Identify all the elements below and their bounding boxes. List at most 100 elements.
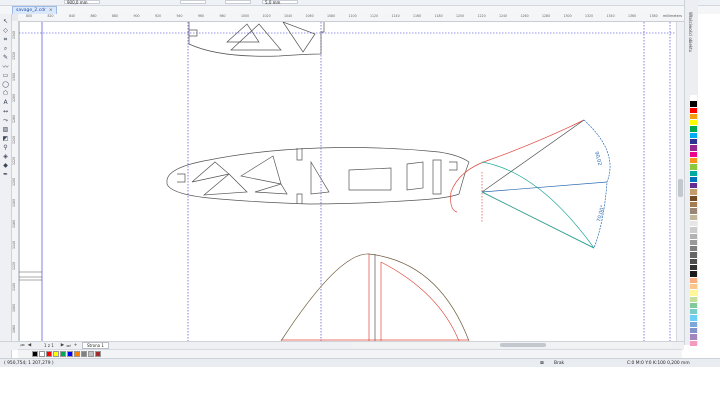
ruler-tick-label: 1260 (12, 114, 16, 123)
next-page-icon[interactable]: ▶ (60, 343, 65, 348)
horizontal-ruler[interactable]: millimeters 800 820 840 860 880 900 920 940 960 9… (18, 14, 684, 22)
ruler-tick-label: 1060 (305, 14, 314, 18)
color-palette (690, 95, 698, 347)
wing-part-bottom[interactable] (280, 253, 470, 341)
ruler-tick-label: 1280 (12, 93, 16, 102)
text-tool-icon[interactable]: A (2, 99, 9, 106)
document-palette-swatch[interactable] (81, 351, 87, 357)
fill-indicator-icon[interactable]: ⊠ (540, 361, 544, 366)
document-palette-swatch[interactable] (39, 351, 45, 357)
ruler-tick-label: 1040 (284, 14, 293, 18)
document-tab[interactable]: savage_2.cdr × (12, 6, 57, 14)
prev-page-icon[interactable]: ◀ (27, 343, 32, 348)
fill-status: Brak (554, 361, 565, 366)
ruler-tick-label: 1300 (563, 14, 572, 18)
ruler-tick-label: 1240 (499, 14, 508, 18)
angle-field[interactable] (180, 0, 206, 4)
vertical-scroll-thumb[interactable] (678, 179, 683, 197)
document-palette-swatch[interactable] (46, 351, 52, 357)
dimension-label-top[interactable]: 90,02 (593, 151, 603, 166)
last-page-icon[interactable]: ⏭ (66, 343, 71, 349)
ruler-tick-label: 1140 (12, 240, 16, 249)
cursor-coordinates: ( 950,754; 1 207,279 ) (4, 361, 54, 366)
document-palette-swatch[interactable] (88, 351, 94, 357)
close-icon[interactable]: × (49, 8, 53, 13)
ruler-tick-label: 920 (155, 14, 162, 18)
eyedropper-tool-icon[interactable]: ⚲ (2, 144, 9, 151)
ruler-tick-label: 1000 (241, 14, 250, 18)
ruler-tick-label: 860 (90, 14, 97, 18)
docker-tab-label[interactable]: Właściwości obiektu (688, 12, 693, 52)
ruler-units: millimeters (662, 14, 682, 18)
crop-tool-icon[interactable]: ⌗ (2, 36, 9, 43)
artistic-media-icon[interactable]: 〰 (2, 63, 9, 71)
ruler-tick-label: 820 (47, 14, 54, 18)
horizontal-scroll-thumb[interactable] (500, 343, 546, 347)
add-page-icon[interactable]: + (73, 343, 78, 348)
first-page-icon[interactable]: ⏮ (20, 343, 25, 349)
empty-area (0, 367, 720, 405)
ruler-tick-label: 1180 (12, 198, 16, 207)
connector-tool-icon[interactable]: ⤳ (2, 117, 9, 124)
ruler-tick-label: 1240 (12, 135, 16, 144)
ruler-tick-label: 800 (26, 14, 33, 18)
smart-fill-icon[interactable]: ◆ (2, 162, 9, 169)
toolbox: ↖ ◇ ⌗ ⌕ ✎ 〰 ▭ ◯ ⬠ A ↔ ⤳ ▨ ◩ ⚲ ◈ ◆ ✒ (0, 14, 12, 359)
ruler-tick-label: 1080 (327, 14, 336, 18)
ruler-tick-label: 1120 (12, 261, 16, 270)
ruler-tick-label: 1360 (628, 14, 637, 18)
document-palette-swatch[interactable] (60, 351, 66, 357)
rectangle-tool-icon[interactable]: ▭ (2, 72, 9, 79)
document-palette-swatch[interactable] (32, 351, 38, 357)
page-tab[interactable]: Strona 1 (82, 342, 109, 349)
ruler-tick-label: 900 (133, 14, 140, 18)
palette-swatch[interactable] (690, 340, 697, 347)
document-palette-swatch[interactable] (95, 351, 101, 357)
document-tab-label: savage_2.cdr (16, 8, 46, 13)
ruler-tick-label: 1120 (370, 14, 379, 18)
ruler-tick-label: 1020 (262, 14, 271, 18)
ruler-tick-label: 1100 (348, 14, 357, 18)
dimension-label-bottom[interactable]: 70,00° (596, 204, 606, 222)
ruler-tick-label: 1220 (477, 14, 486, 18)
drop-shadow-icon[interactable]: ▨ (2, 126, 9, 133)
ruler-tick-label: 960 (198, 14, 205, 18)
ruler-tick-label: 1320 (585, 14, 594, 18)
ruler-tick-label: 1380 (649, 14, 658, 18)
outline-pen-icon[interactable]: ✒ (2, 171, 9, 178)
ruler-tick-label: 840 (69, 14, 76, 18)
transparency-tool-icon[interactable]: ◩ (2, 135, 9, 142)
shape-tool-icon[interactable]: ◇ (2, 27, 9, 34)
horizontal-scrollbar[interactable] (352, 342, 672, 348)
angle-construction[interactable] (450, 119, 611, 249)
left-bracket-shape[interactable] (19, 22, 42, 341)
document-palette-swatch[interactable] (53, 351, 59, 357)
ruler-tick-label: 1260 (520, 14, 529, 18)
interactive-fill-icon[interactable]: ◈ (2, 153, 9, 160)
mirror-field[interactable] (225, 0, 251, 4)
freehand-tool-icon[interactable]: ✎ (2, 54, 9, 61)
drawing-canvas[interactable]: 90,02 70,00° (19, 22, 684, 341)
ellipse-tool-icon[interactable]: ◯ (2, 81, 9, 88)
zoom-tool-icon[interactable]: ⌕ (2, 45, 9, 52)
ruler-tick-label: 1080 (12, 303, 16, 312)
ruler-tick-label: 1140 (391, 14, 400, 18)
nudge-field[interactable]: 5,0 mm (262, 0, 298, 5)
rib-part-top[interactable] (188, 22, 325, 57)
fuselage-part-middle[interactable] (166, 147, 470, 205)
ruler-tick-label: 1280 (542, 14, 551, 18)
document-palette-swatch[interactable] (67, 351, 73, 357)
document-palette-swatch[interactable] (74, 351, 80, 357)
parallel-dimension-icon[interactable]: ↔ (2, 108, 9, 115)
document-tabbar (0, 6, 720, 14)
ruler-tick-label: 1200 (12, 177, 16, 186)
drawing-svg: 90,02 70,00° (19, 22, 684, 341)
ruler-tick-label: 1060 (12, 324, 16, 333)
vertical-ruler[interactable]: 1340 1320 1300 1280 1260 1240 1220 1200 1180 1160… (11, 21, 19, 341)
pick-tool-icon[interactable]: ↖ (2, 18, 9, 25)
polygon-tool-icon[interactable]: ⬠ (2, 90, 9, 97)
ruler-tick-label: 1220 (12, 156, 16, 165)
page-indicator: 1 z 1 (44, 343, 54, 348)
ruler-tick-label: 1180 (434, 14, 443, 18)
size-field[interactable]: 900,0 mm (64, 0, 100, 5)
